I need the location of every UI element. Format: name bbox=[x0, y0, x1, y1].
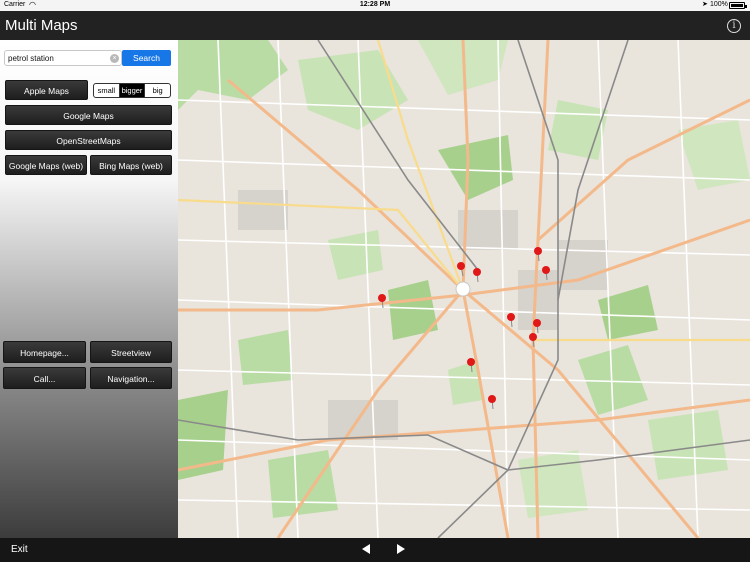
triangle-left-icon[interactable] bbox=[362, 544, 370, 554]
google-maps-button[interactable]: Google Maps bbox=[5, 105, 172, 125]
size-option-small[interactable]: small bbox=[94, 84, 120, 97]
apple-maps-button[interactable]: Apple Maps bbox=[5, 80, 88, 100]
size-option-bigger[interactable]: bigger bbox=[119, 84, 146, 97]
location-arrow-icon: ➤ bbox=[702, 1, 708, 8]
openstreetmaps-button[interactable]: OpenStreetMaps bbox=[5, 130, 172, 150]
size-option-big[interactable]: big bbox=[145, 84, 170, 97]
search-input[interactable] bbox=[8, 51, 108, 65]
status-bar: Carrier ◠ 12:28 PM ➤ 100% bbox=[0, 0, 750, 11]
search-button[interactable]: Search bbox=[122, 50, 171, 66]
navigation-button[interactable]: Navigation... bbox=[90, 367, 172, 389]
map-canvas[interactable] bbox=[178, 40, 750, 538]
clear-icon[interactable]: × bbox=[110, 54, 119, 63]
app-title: Multi Maps bbox=[5, 17, 78, 34]
size-segmented-control: small bigger big bbox=[93, 83, 171, 98]
current-location-icon[interactable] bbox=[455, 281, 471, 297]
nav-bar: Multi Maps i bbox=[0, 11, 750, 40]
battery-percent: 100% bbox=[710, 1, 728, 8]
status-time: 12:28 PM bbox=[359, 1, 391, 8]
exit-button[interactable]: Exit bbox=[11, 544, 28, 555]
info-icon[interactable]: i bbox=[727, 19, 741, 33]
search-field: × bbox=[4, 50, 122, 66]
google-maps-web-button[interactable]: Google Maps (web) bbox=[5, 155, 87, 175]
map-view[interactable] bbox=[178, 40, 750, 538]
battery-icon bbox=[729, 2, 747, 9]
homepage-button[interactable]: Homepage... bbox=[3, 341, 86, 363]
side-panel: × Search Apple Maps small bigger big Goo… bbox=[0, 40, 178, 538]
bing-maps-web-button[interactable]: Bing Maps (web) bbox=[90, 155, 172, 175]
bottom-toolbar: Exit bbox=[0, 538, 750, 562]
triangle-right-icon[interactable] bbox=[397, 544, 405, 554]
call-button[interactable]: Call... bbox=[3, 367, 86, 389]
streetview-button[interactable]: Streetview bbox=[90, 341, 172, 363]
